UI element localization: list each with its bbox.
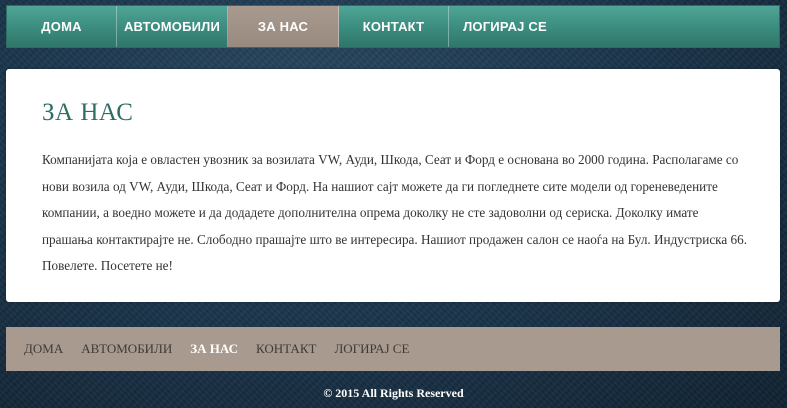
- bottom-nav-item-cars[interactable]: АВТОМОБИЛИ: [81, 341, 172, 357]
- page-title: ЗА НАС: [42, 99, 134, 126]
- bottom-nav-item-login[interactable]: ЛОГИРАЈ СЕ: [334, 341, 409, 357]
- bottom-navigation: ДОМА АВТОМОБИЛИ ЗА НАС КОНТАКТ ЛОГИРАЈ С…: [6, 327, 780, 371]
- nav-item-about[interactable]: ЗА НАС: [228, 6, 339, 47]
- bottom-nav-item-contact[interactable]: КОНТАКТ: [256, 341, 316, 357]
- content-panel: ЗА НАС Компанијата која е овластен увозн…: [6, 69, 780, 302]
- nav-item-cars[interactable]: АВТОМОБИЛИ: [117, 6, 228, 47]
- bottom-nav-item-about[interactable]: ЗА НАС: [190, 341, 238, 357]
- footer-copyright: © 2015 All Rights Reserved: [323, 386, 464, 400]
- bottom-nav-item-home[interactable]: ДОМА: [24, 341, 63, 357]
- nav-item-contact[interactable]: КОНТАКТ: [339, 6, 449, 47]
- nav-item-home[interactable]: ДОМА: [7, 6, 117, 47]
- nav-item-login[interactable]: ЛОГИРАЈ СЕ: [449, 6, 561, 47]
- about-text: Компанијата која е овластен увозник за в…: [42, 152, 748, 273]
- top-navigation: ДОМА АВТОМОБИЛИ ЗА НАС КОНТАКТ ЛОГИРАЈ С…: [6, 5, 780, 48]
